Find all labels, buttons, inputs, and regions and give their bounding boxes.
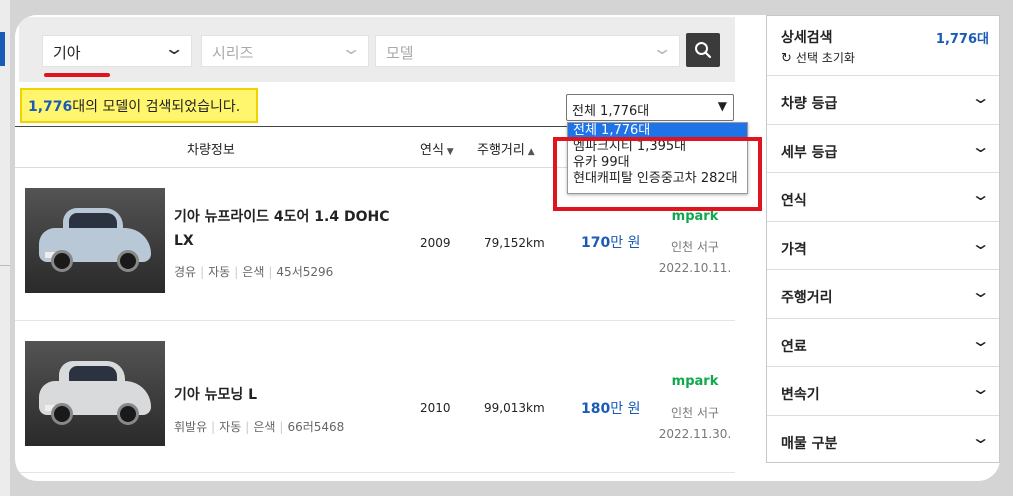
facet-vehicle-grade[interactable]: 차량 등급 ⌄ [767, 76, 999, 125]
sort-down-icon: ▼ [443, 147, 454, 157]
listing-price-value: 170 [581, 235, 611, 251]
listing-location: 인천 서구 [671, 406, 719, 420]
series-select-placeholder: 시리즈 [212, 44, 254, 62]
listing-fuel: 경유 [174, 265, 197, 279]
facet-label: 가격 [781, 241, 807, 258]
model-select-placeholder: 모델 [386, 44, 414, 62]
highlight-box-annotation [553, 137, 762, 211]
sort-up-icon: ▲ [524, 147, 535, 157]
car-window [69, 213, 117, 229]
search-button[interactable] [686, 33, 720, 67]
listing-mileage: 79,152km [484, 236, 545, 250]
listing-year: 2009 [420, 236, 451, 250]
result-count-banner: 1,776대의 모델이 검색되었습니다. [20, 88, 258, 123]
listing-price-unit: 만 원 [610, 401, 641, 417]
car-wheel [117, 403, 139, 425]
result-text: 대의 모델이 검색되었습니다. [72, 99, 241, 115]
listing-mileage: 99,013km [484, 401, 545, 415]
dealer-filter-value: 전체 1,776대 [572, 104, 650, 119]
brand-underline-annotation [44, 73, 110, 77]
car-photo[interactable] [25, 341, 165, 446]
facet-transmission[interactable]: 변속기 ⌄ [767, 367, 999, 416]
brand-select-value: 기아 [53, 44, 81, 62]
header-mileage-label: 주행거리 [477, 143, 525, 158]
listing-transmission: 자동 [208, 265, 231, 279]
listing-meta: 경유 | 자동 | 은색 | 45서5296 [174, 265, 334, 279]
listing-year: 2010 [420, 401, 451, 415]
car-wheel [51, 250, 73, 272]
header-mileage-sort[interactable]: 주행거리 ▲ [477, 139, 535, 158]
listing-price: 170만 원 [581, 232, 640, 252]
listing-title[interactable]: 기아 뉴프라이드 4도어 1.4 DOHC LX [174, 205, 409, 253]
background-accent [0, 32, 5, 66]
facet-label: 연료 [781, 338, 807, 355]
facet-fuel[interactable]: 연료 ⌄ [767, 319, 999, 367]
sidebar-title: 상세검색 [781, 30, 833, 46]
sidebar-header: 상세검색 1,776대 ↻ 선택 초기화 [767, 16, 999, 76]
chevron-down-icon: ⌄ [970, 330, 991, 350]
background-divider [0, 265, 10, 266]
chevron-down-icon: ⌄ [970, 427, 991, 447]
facet-label: 주행거리 [781, 290, 833, 306]
car-wheel [117, 250, 139, 272]
result-count: 1,776 [28, 99, 73, 115]
car-photo[interactable] [25, 188, 165, 293]
reset-button[interactable]: ↻ 선택 초기화 [781, 49, 855, 66]
chevron-down-icon: ▼ [717, 99, 727, 113]
sidebar-count: 1,776대 [935, 32, 989, 47]
brand-select[interactable]: 기아 ⌄ [42, 35, 192, 67]
listing-color: 은색 [242, 265, 265, 279]
chevron-down-icon: ⌄ [970, 379, 991, 398]
chevron-down-icon: ⌄ [970, 136, 991, 156]
listing-transmission: 자동 [219, 420, 242, 434]
background-page-strip [0, 0, 10, 496]
car-wheel [51, 403, 73, 425]
chevron-down-icon: ⌄ [970, 233, 991, 253]
facet-mileage[interactable]: 주행거리 ⌄ [767, 270, 999, 319]
listing-price-value: 180 [581, 401, 611, 417]
facet-label: 차량 등급 [781, 96, 838, 112]
model-select[interactable]: 모델 ⌄ [375, 35, 680, 67]
facet-label: 세부 등급 [781, 144, 838, 161]
row-divider [15, 472, 735, 473]
dealer-logo: mpark [671, 374, 719, 389]
chevron-down-icon: ⌄ [970, 185, 991, 204]
header-year-sort[interactable]: 연식 ▼ [420, 139, 454, 158]
facet-label: 변속기 [781, 387, 820, 403]
listing-title[interactable]: 기아 뉴모닝 L [174, 383, 409, 407]
refresh-icon: ↻ [781, 51, 792, 66]
dealer-filter-select[interactable]: 전체 1,776대 ▼ [566, 94, 734, 121]
table-row[interactable]: 기아 뉴모닝 L 휘발유 | 자동 | 은색 | 66러5468 2010 99,013km… [15, 321, 735, 461]
facet-label: 매물 구분 [781, 435, 838, 452]
listing-price-unit: 만 원 [610, 235, 641, 251]
header-car-info: 차량정보 [187, 143, 235, 158]
chevron-down-icon: ⌄ [340, 39, 362, 59]
series-select[interactable]: 시리즈 ⌄ [201, 35, 369, 67]
chevron-down-icon: ⌄ [970, 282, 991, 301]
facet-listing-type[interactable]: 매물 구분 ⌄ [767, 416, 999, 465]
chevron-down-icon: ⌄ [651, 39, 673, 59]
listing-color: 은색 [253, 420, 276, 434]
listing-date: 2022.11.30. [658, 427, 732, 441]
listing-meta: 휘발유 | 자동 | 은색 | 66러5468 [174, 420, 345, 434]
car-window [69, 366, 117, 382]
header-year-label: 연식 [420, 143, 444, 158]
listing-location: 인천 서구 [671, 240, 719, 254]
search-bar: 기아 ⌄ 시리즈 ⌄ 모델 ⌄ [19, 17, 735, 82]
facet-year[interactable]: 연식 ⌄ [767, 173, 999, 222]
search-icon [695, 42, 712, 59]
listing-plate: 66러5468 [287, 420, 345, 434]
listing-date: 2022.10.11. [658, 261, 732, 275]
reset-label: 선택 초기화 [795, 51, 855, 65]
chevron-down-icon: ⌄ [163, 39, 185, 59]
facet-price[interactable]: 가격 ⌄ [767, 222, 999, 270]
listing-price: 180만 원 [581, 398, 640, 418]
listing-fuel: 휘발유 [174, 420, 208, 434]
facet-label: 연식 [781, 193, 807, 209]
detail-search-sidebar: 상세검색 1,776대 ↻ 선택 초기화 차량 등급 ⌄ 세부 등급 ⌄ 연식 ⌄ 가격… [766, 15, 1000, 463]
facet-detail-grade[interactable]: 세부 등급 ⌄ [767, 125, 999, 173]
listing-plate: 45서5296 [276, 265, 334, 279]
chevron-down-icon: ⌄ [970, 88, 991, 107]
dealer-logo: mpark [671, 209, 719, 224]
